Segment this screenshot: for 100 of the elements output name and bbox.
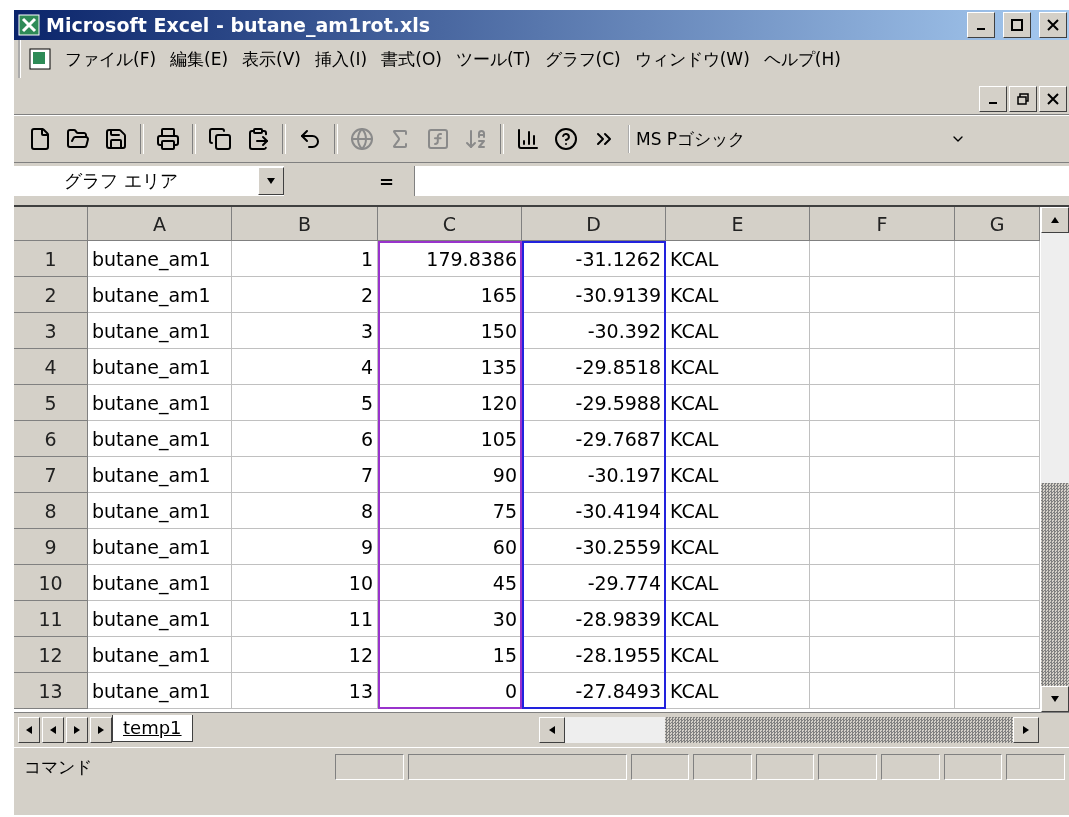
minimize-button[interactable] bbox=[967, 12, 995, 38]
name-box[interactable]: グラフ エリア bbox=[14, 166, 284, 196]
menu-item[interactable]: ファイル(F) bbox=[65, 47, 157, 71]
table-cell: 105 bbox=[378, 421, 522, 457]
table-cell: butane_am1 bbox=[88, 241, 232, 277]
restore-button[interactable] bbox=[1009, 86, 1037, 112]
table-cell: -29.8518 bbox=[522, 349, 666, 385]
table-cell: 13 bbox=[232, 673, 378, 709]
maximize-button[interactable] bbox=[1003, 12, 1031, 38]
menu-item[interactable]: ヘルプ(H) bbox=[763, 47, 841, 71]
table-cell: -31.1262 bbox=[522, 241, 666, 277]
table-cell: KCAL bbox=[666, 313, 810, 349]
table-cell: -29.774 bbox=[522, 565, 666, 601]
table-cell: 45 bbox=[378, 565, 522, 601]
menu-item[interactable]: 挿入(I) bbox=[314, 47, 368, 71]
row-header[interactable]: 8 bbox=[14, 493, 88, 529]
table-cell: butane_am1 bbox=[88, 565, 232, 601]
table-cell: -30.9139 bbox=[522, 277, 666, 313]
menu-item[interactable]: 表示(V) bbox=[242, 47, 301, 71]
minimize-button[interactable] bbox=[979, 86, 1007, 112]
status-panel bbox=[693, 754, 752, 780]
row-header[interactable]: 12 bbox=[14, 637, 88, 673]
row-header[interactable]: 1 bbox=[14, 241, 88, 277]
table-cell: -27.8493 bbox=[522, 673, 666, 709]
row-header[interactable]: 7 bbox=[14, 457, 88, 493]
formula-field[interactable] bbox=[414, 166, 1069, 196]
workbook-icon[interactable] bbox=[29, 48, 51, 70]
table-cell: -29.7687 bbox=[522, 421, 666, 457]
column-header[interactable]: B bbox=[232, 207, 378, 241]
window-title: Microsoft Excel - butane_am1rot.xls bbox=[46, 14, 432, 36]
column-header[interactable]: F bbox=[810, 207, 955, 241]
horizontal-scrollbar[interactable] bbox=[539, 717, 1039, 743]
table-cell: KCAL bbox=[666, 385, 810, 421]
menu-item[interactable]: 書式(O) bbox=[381, 47, 442, 71]
menu-item[interactable]: 編集(E) bbox=[170, 47, 229, 71]
table-cell: butane_am1 bbox=[88, 277, 232, 313]
table-cell: KCAL bbox=[666, 673, 810, 709]
vertical-scrollbar[interactable] bbox=[1041, 207, 1069, 712]
table-cell: 30 bbox=[378, 601, 522, 637]
formula-button[interactable]: = bbox=[284, 170, 414, 192]
close-button[interactable] bbox=[1039, 12, 1067, 38]
row-header[interactable]: 9 bbox=[14, 529, 88, 565]
table-cell: butane_am1 bbox=[88, 349, 232, 385]
restore-icon bbox=[1017, 93, 1029, 105]
column-header[interactable]: C bbox=[378, 207, 522, 241]
status-panel bbox=[943, 754, 1003, 780]
row-header[interactable]: 6 bbox=[14, 421, 88, 457]
menu-item[interactable]: ウィンドウ(W) bbox=[634, 47, 750, 71]
table-cell: -30.392 bbox=[522, 313, 666, 349]
table-cell: KCAL bbox=[666, 277, 810, 313]
table-cell: butane_am1 bbox=[88, 385, 232, 421]
row-header[interactable]: 10 bbox=[14, 565, 88, 601]
scroll-down-icon bbox=[1050, 694, 1060, 704]
row-header[interactable]: 5 bbox=[14, 385, 88, 421]
select-all-corner[interactable] bbox=[14, 207, 88, 241]
table-cell: 10 bbox=[232, 565, 378, 601]
dropdown-icon bbox=[266, 176, 276, 186]
status-panel bbox=[818, 754, 878, 780]
table-cell: 5 bbox=[232, 385, 378, 421]
table-cell: butane_am1 bbox=[88, 421, 232, 457]
status-panel bbox=[630, 754, 690, 780]
menu-item[interactable]: グラフ(C) bbox=[544, 47, 621, 71]
row-header[interactable]: 13 bbox=[14, 673, 88, 709]
table-cell: butane_am1 bbox=[88, 529, 232, 565]
table-cell: 12 bbox=[232, 637, 378, 673]
row-header[interactable]: 4 bbox=[14, 349, 88, 385]
column-header[interactable]: G bbox=[955, 207, 1040, 241]
table-cell: KCAL bbox=[666, 421, 810, 457]
copy-icon[interactable] bbox=[206, 125, 234, 153]
minimize-icon bbox=[977, 28, 985, 30]
table-cell: KCAL bbox=[666, 241, 810, 277]
table-cell: butane_am1 bbox=[88, 637, 232, 673]
table-cell: butane_am1 bbox=[88, 457, 232, 493]
column-header[interactable]: A bbox=[88, 207, 232, 241]
row-header[interactable]: 11 bbox=[14, 601, 88, 637]
row-header[interactable]: 3 bbox=[14, 313, 88, 349]
tab-scroll-icon bbox=[72, 725, 82, 735]
column-header[interactable]: D bbox=[522, 207, 666, 241]
status-panel bbox=[1006, 754, 1065, 780]
menu-item[interactable]: ツール(T) bbox=[455, 47, 531, 71]
column-header[interactable]: E bbox=[666, 207, 810, 241]
table-cell: KCAL bbox=[666, 529, 810, 565]
table-cell: 1 bbox=[232, 241, 378, 277]
scroll-up-icon bbox=[1050, 215, 1060, 225]
sheet-tab[interactable]: temp1 bbox=[112, 714, 193, 742]
table-cell: KCAL bbox=[666, 493, 810, 529]
scroll-left-icon bbox=[547, 725, 557, 735]
table-cell: 6 bbox=[232, 421, 378, 457]
table-cell: KCAL bbox=[666, 565, 810, 601]
close-button[interactable] bbox=[1039, 86, 1067, 112]
table-cell: -28.1955 bbox=[522, 637, 666, 673]
table-cell: 179.8386 bbox=[378, 241, 522, 277]
printer-icon[interactable] bbox=[154, 125, 182, 153]
table-cell: 2 bbox=[232, 277, 378, 313]
close-icon bbox=[1047, 93, 1059, 105]
tab-scroll-icon bbox=[24, 725, 34, 735]
table-cell: 0 bbox=[378, 673, 522, 709]
help-icon[interactable] bbox=[552, 125, 580, 153]
row-header[interactable]: 2 bbox=[14, 277, 88, 313]
table-cell: butane_am1 bbox=[88, 313, 232, 349]
